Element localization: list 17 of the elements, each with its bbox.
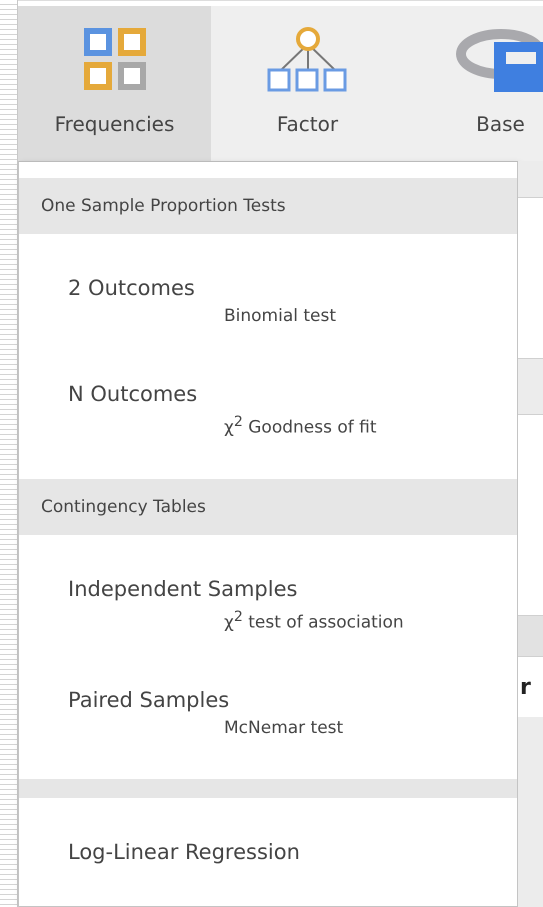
menu-item[interactable]: Log-Linear Regression — [68, 837, 300, 868]
menu-item-subtitle: McNemar test — [224, 717, 344, 740]
toolbar-button[interactable]: Frequencies — [18, 6, 211, 161]
menu-item-subtitle: Binomial test — [224, 305, 336, 328]
section-header: Contingency Tables — [19, 478, 517, 535]
menu-item-subtitle: χ$^{2}$ test of association — [224, 608, 404, 634]
partial-text: r — [518, 657, 543, 717]
menu-item-subtitle: χ$^{2}$ Goodness of fit — [224, 413, 377, 440]
menu-item[interactable]: 2 Outcomes — [68, 273, 195, 303]
menu-item[interactable]: Paired Samples — [68, 685, 230, 716]
grid-icon — [84, 28, 146, 90]
menu-item[interactable]: N Outcomes — [68, 379, 198, 409]
hierarchy-icon — [266, 26, 348, 92]
section-header: One Sample Proportion Tests — [19, 178, 517, 234]
toolbar-button[interactable]: Factor — [211, 6, 404, 161]
menu-item[interactable]: Independent Samples — [68, 574, 298, 604]
toolbar-button[interactable]: Base — [404, 6, 543, 161]
